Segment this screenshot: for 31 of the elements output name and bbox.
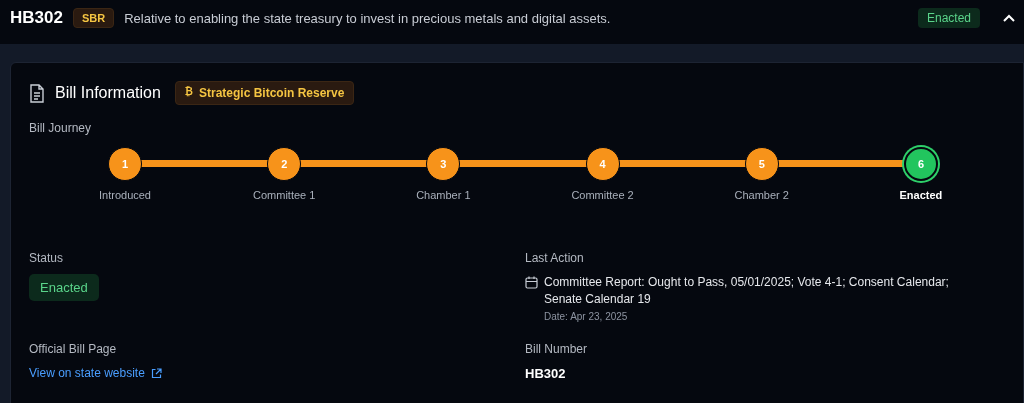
status-badge: Enacted <box>917 8 980 28</box>
section-label: Bill Journey <box>29 121 93 135</box>
step-marker: 3 <box>426 147 461 181</box>
last-action-text: Committee Report: Ought to Pass, 05/01/2025; Vote 4-1; Consent Calendar; Senate Calendar 19 <box>544 274 950 308</box>
step-label: Enacted <box>899 189 943 201</box>
document-icon <box>29 83 45 103</box>
step-label: Introduced <box>99 189 151 201</box>
step-label: Chamber 2 <box>734 189 789 201</box>
field-label: Status <box>29 251 64 265</box>
step-label: Chamber 1 <box>416 189 471 201</box>
topic-tag: SBR <box>72 8 115 28</box>
bill-id: HB302 <box>10 8 63 28</box>
external-link-icon <box>150 367 162 379</box>
step-label: Committee 1 <box>253 189 316 201</box>
bill-description: Relative to enabling the state treasury to invest in precious metals and digital assets. <box>124 10 612 26</box>
action-date: Date: Apr 23, 2025 <box>544 311 629 322</box>
step-marker: 1 <box>108 147 142 181</box>
step-marker: 4 <box>585 147 620 181</box>
status-badge: Enacted <box>29 274 99 301</box>
step-marker: 2 <box>267 147 302 181</box>
field-label: Bill Number <box>525 342 587 356</box>
step-marker: 6 <box>903 147 938 181</box>
topic-badge: ₿ Strategic Bitcoin Reserve <box>174 81 355 105</box>
step-marker: 5 <box>744 147 779 181</box>
bill-number: HB302 <box>525 366 566 381</box>
card-title: Bill Information <box>55 84 161 102</box>
state-website-link[interactable]: View on state website <box>29 366 162 380</box>
calendar-icon <box>525 276 538 289</box>
field-label: Last Action <box>525 251 584 265</box>
field-label: Official Bill Page <box>29 342 117 356</box>
step-label: Committee 2 <box>571 189 634 201</box>
